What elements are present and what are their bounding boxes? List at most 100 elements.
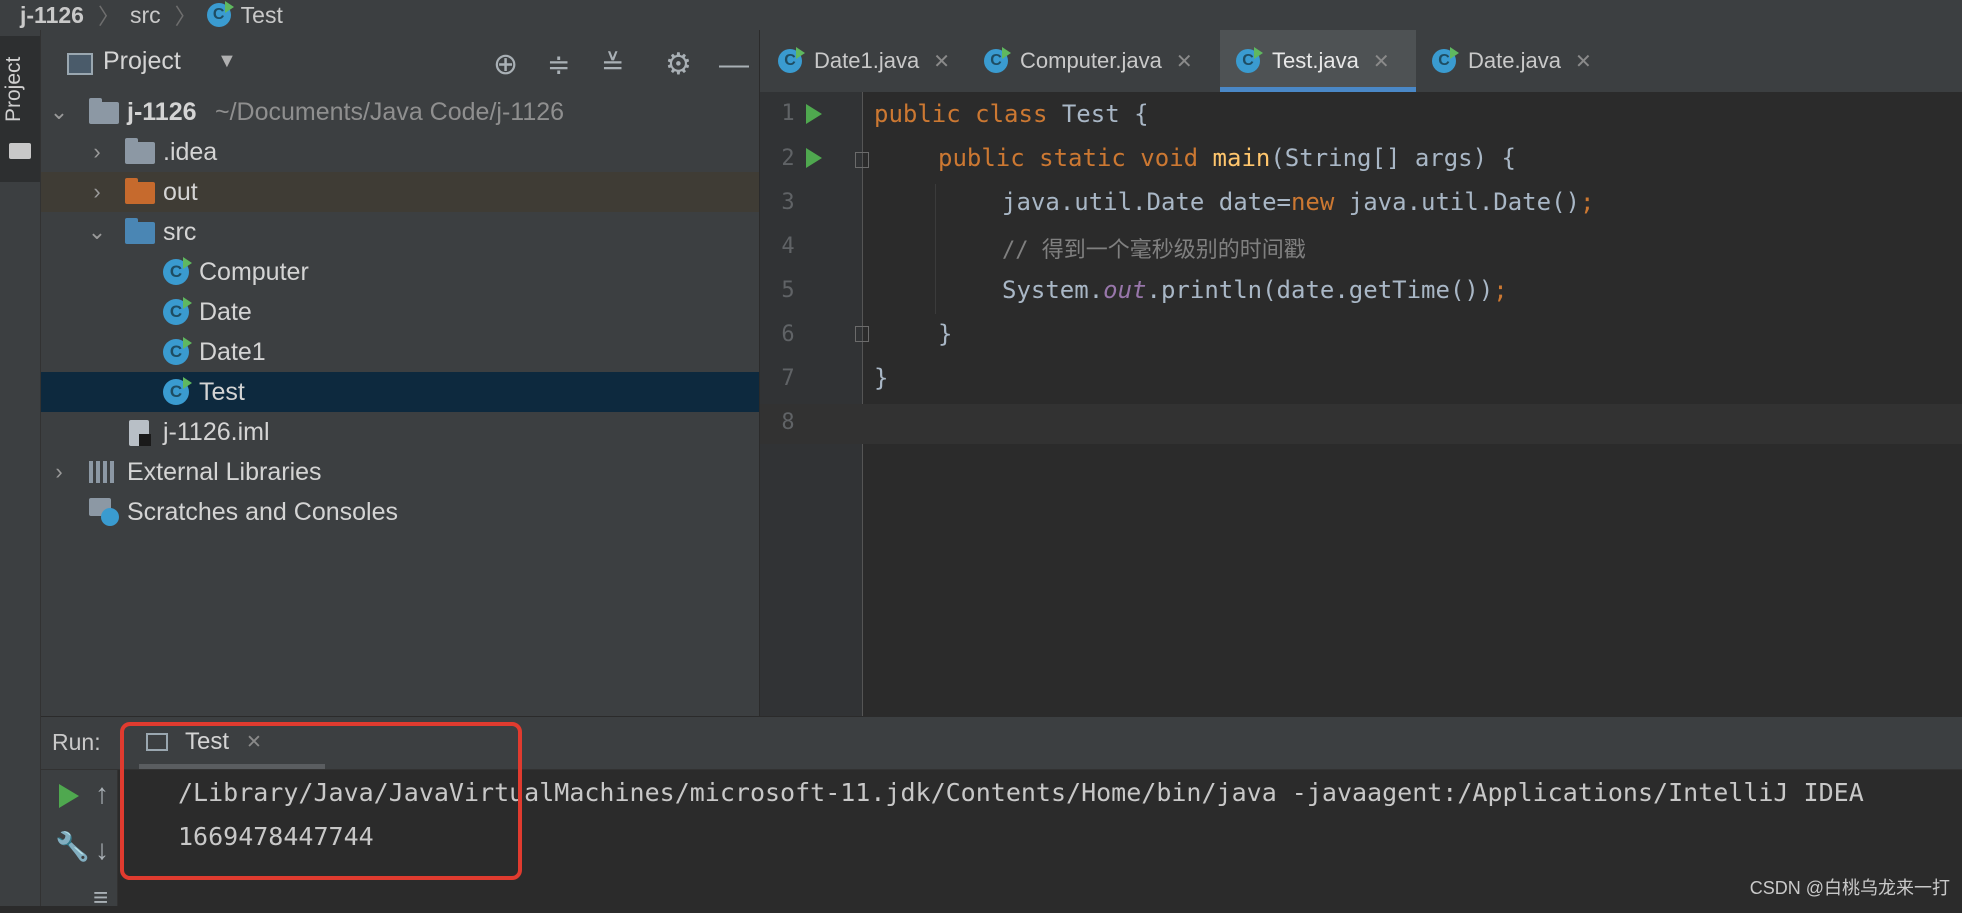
run-class-icon[interactable] <box>806 104 822 124</box>
arrow-down-icon[interactable]: ↓ <box>95 834 109 866</box>
java-class-icon <box>163 257 192 285</box>
libraries-icon <box>89 461 117 483</box>
breadcrumb-project[interactable]: j-1126 <box>20 2 84 29</box>
collapse-all-icon[interactable]: ≚ <box>601 35 624 95</box>
module-folder-icon <box>89 98 119 124</box>
code-keyword: public class <box>874 100 1062 128</box>
java-class-icon <box>1432 47 1459 73</box>
line-number: 4 <box>781 234 795 259</box>
fold-icon[interactable] <box>855 326 869 342</box>
java-class-icon <box>1236 47 1263 73</box>
java-class-icon <box>163 297 192 325</box>
tree-item-label: out <box>163 177 198 206</box>
code-line-3: java.util.Date date=new java.util.Date()… <box>1002 188 1594 216</box>
close-icon[interactable]: ✕ <box>1373 49 1390 74</box>
tree-item-label: Date <box>199 297 252 326</box>
tree-item-class[interactable]: Computer <box>41 252 759 292</box>
code-text: .println(date.getTime()) <box>1146 276 1494 304</box>
locate-file-icon[interactable]: ⊕ <box>493 35 518 95</box>
code-keyword: public static void <box>938 144 1213 172</box>
tree-item-label: j-1126.iml <box>163 417 270 446</box>
chevron-right-icon[interactable]: › <box>49 459 69 485</box>
project-panel-title[interactable]: Project <box>103 47 181 76</box>
code-text: System. <box>1002 276 1104 304</box>
run-toolbar: 🔧 ↑ ↓ ≡ <box>41 770 118 912</box>
close-icon[interactable]: ✕ <box>933 49 950 74</box>
tree-root-name: j-1126 <box>127 97 197 126</box>
chevron-down-icon[interactable]: ⌄ <box>49 99 69 125</box>
folder-icon <box>125 138 155 164</box>
line-number: 3 <box>781 190 795 215</box>
rerun-icon[interactable] <box>59 784 79 808</box>
tree-item-class[interactable]: Date <box>41 292 759 332</box>
tab-label: Date1.java <box>814 48 920 73</box>
code-static-field: out <box>1103 276 1147 304</box>
tree-item-scratches[interactable]: Scratches and Consoles <box>41 492 759 532</box>
clock-icon <box>101 508 119 526</box>
tree-item-class[interactable]: Date1 <box>41 332 759 372</box>
project-panel-header: Project ▼ ⊕ ≑ ≚ ⚙ — <box>41 35 759 95</box>
annotation-highlight-box <box>120 722 522 880</box>
source-folder-icon <box>125 218 155 244</box>
code-line-1: public class Test { <box>874 100 1149 128</box>
line-number: 8 <box>781 410 795 435</box>
chevron-right-icon[interactable]: › <box>87 139 107 165</box>
watermark: CSDN @白桃乌龙来一打 <box>1749 878 1950 898</box>
code-text: (String[] args) { <box>1270 144 1516 172</box>
line-number: 7 <box>781 366 795 391</box>
breadcrumb-folder[interactable]: src <box>130 2 161 29</box>
tree-item-class-selected[interactable]: Test <box>41 372 759 412</box>
java-class-icon <box>206 1 234 27</box>
tree-item-out[interactable]: › out <box>41 172 759 212</box>
arrow-up-icon[interactable]: ↑ <box>95 778 109 810</box>
excluded-folder-icon <box>125 178 155 204</box>
gear-icon[interactable]: ⚙ <box>665 35 692 95</box>
breadcrumb-separator-icon: 〉 <box>97 4 120 29</box>
soft-wrap-icon[interactable]: ≡ <box>93 882 108 913</box>
expand-all-icon[interactable]: ≑ <box>547 35 570 95</box>
tab-date1-java[interactable]: Date1.java ✕ <box>778 30 964 92</box>
tab-label: Computer.java <box>1020 48 1162 73</box>
tree-item-external-libraries[interactable]: › External Libraries <box>41 452 759 492</box>
tab-label: Date.java <box>1468 48 1561 73</box>
line-number: 5 <box>781 278 795 303</box>
code-text: java.util.Date() <box>1348 188 1580 216</box>
tree-item-label: Scratches and Consoles <box>127 497 398 526</box>
hide-panel-icon[interactable]: — <box>719 35 749 95</box>
code-comment: // 得到一个毫秒级别的时间戳 <box>1002 238 1306 263</box>
fold-icon[interactable] <box>855 152 869 168</box>
code-line-5: System.out.println(date.getTime()); <box>1002 276 1508 304</box>
breadcrumb-file[interactable]: Test <box>241 2 283 29</box>
tree-item-label: Computer <box>199 257 309 286</box>
tree-item-src[interactable]: ⌄ src <box>41 212 759 252</box>
code-semicolon: ; <box>1579 188 1595 216</box>
editor-tab-bar: Date1.java ✕ Computer.java ✕ Test.java ✕… <box>760 30 1962 93</box>
wrench-icon[interactable]: 🔧 <box>55 830 90 863</box>
code-keyword: new <box>1290 188 1349 216</box>
current-line-highlight <box>760 404 1962 444</box>
tree-item-iml[interactable]: j-1126.iml <box>41 412 759 452</box>
tree-item-label: Date1 <box>199 337 266 366</box>
view-mode-dropdown-icon[interactable]: ▼ <box>217 50 237 73</box>
close-icon[interactable]: ✕ <box>1176 49 1193 74</box>
chevron-right-icon[interactable]: › <box>87 179 107 205</box>
breadcrumb-separator-icon: 〉 <box>174 4 197 29</box>
code-method-name: main <box>1212 144 1271 172</box>
tree-item-label: src <box>163 217 197 246</box>
code-line-7: } <box>874 364 889 392</box>
chevron-down-icon[interactable]: ⌄ <box>87 219 107 245</box>
close-icon[interactable]: ✕ <box>1575 49 1592 74</box>
run-main-icon[interactable] <box>806 148 822 168</box>
tree-item-idea[interactable]: › .idea <box>41 132 759 172</box>
tree-item-root[interactable]: ⌄ j-1126 ~/Documents/Java Code/j-1126 <box>41 92 759 132</box>
tab-computer-java[interactable]: Computer.java ✕ <box>984 30 1194 92</box>
tab-test-java[interactable]: Test.java ✕ <box>1220 30 1416 92</box>
code-semicolon: ; <box>1493 276 1508 304</box>
iml-badge-icon <box>139 434 151 446</box>
tab-date-java[interactable]: Date.java ✕ <box>1432 30 1602 92</box>
project-view-icon <box>67 53 93 75</box>
tree-root-path: ~/Documents/Java Code/j-1126 <box>215 97 565 126</box>
project-stripe-label: Project <box>2 56 25 122</box>
code-text: Test { <box>1061 100 1149 128</box>
line-number: 6 <box>781 322 795 347</box>
